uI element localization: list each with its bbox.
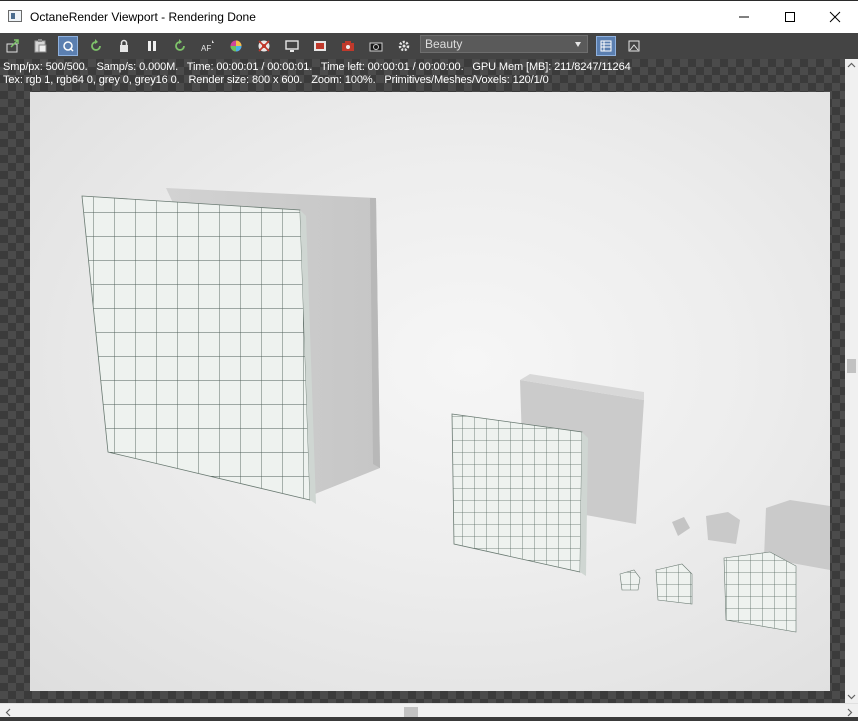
minimize-button[interactable] (721, 1, 767, 33)
list-view-button[interactable] (596, 36, 616, 56)
grid-slab-large (81, 195, 316, 504)
zoom-q-icon (63, 41, 74, 52)
send-scene-icon (6, 39, 19, 53)
material-picker-button[interactable] (254, 36, 274, 56)
minimize-icon (739, 16, 749, 18)
image-view-button[interactable] (624, 36, 644, 56)
pause-button[interactable] (142, 36, 162, 56)
render-pass-select[interactable]: Beauty (420, 35, 588, 53)
vertical-scrollbar[interactable] (845, 59, 858, 703)
close-icon (829, 11, 841, 23)
chevron-down-icon (847, 694, 856, 700)
close-button[interactable] (812, 1, 858, 33)
chevron-down-icon (575, 42, 581, 47)
stats-line-2: Tex: rgb 1, rgb64 0, grey 0, grey16 0. R… (3, 74, 549, 86)
zoom-q-button[interactable] (58, 36, 78, 56)
color-picker-button[interactable] (226, 36, 246, 56)
camera-red-button[interactable] (338, 36, 358, 56)
lock-button[interactable] (114, 36, 134, 56)
gray-cube-small (672, 517, 690, 536)
chevron-up-icon (847, 62, 856, 68)
image-view-icon (628, 40, 640, 52)
settings-gear-button[interactable] (394, 36, 414, 56)
lock-icon (120, 39, 128, 52)
camera-red-icon (342, 41, 354, 51)
material-picker-icon (258, 40, 270, 52)
vertical-scroll-thumb[interactable] (847, 359, 856, 373)
svg-text:AF: AF (201, 44, 211, 53)
region-render-icon (285, 40, 299, 52)
snapshot-icon (369, 42, 383, 52)
auto-focus-button[interactable]: AF (198, 36, 218, 56)
settings-gear-icon (398, 40, 410, 52)
list-view-icon (600, 40, 612, 52)
render-stats: Smp/px: 500/500. Samp/s: 0.000M. Time: 0… (3, 61, 631, 87)
rendered-image (30, 92, 830, 691)
snapshot-button[interactable] (366, 36, 386, 56)
clipboard-icon (34, 39, 47, 53)
grid-cube-tiny (619, 569, 641, 591)
grid-cube-medium (723, 551, 797, 633)
stats-line-1: Smp/px: 500/500. Samp/s: 0.000M. Time: 0… (3, 61, 631, 73)
grid-slab-medium (451, 413, 588, 576)
render-pass-value: Beauty (425, 37, 463, 51)
maximize-button[interactable] (767, 1, 813, 33)
film-region-icon (314, 41, 326, 51)
gray-cube-medium (706, 512, 740, 544)
title-bar: OctaneRender Viewport - Rendering Done (0, 0, 858, 33)
send-scene-button[interactable] (3, 36, 23, 56)
refresh-icon (175, 39, 185, 51)
grid-cube-small (655, 563, 693, 605)
render-scene (81, 188, 830, 633)
clipboard-button[interactable] (30, 36, 50, 56)
restart-render-icon (91, 39, 101, 51)
maximize-icon (785, 12, 795, 22)
toolbar: AF Beauty (0, 33, 858, 59)
auto-focus-icon: AF (201, 40, 214, 53)
restart-render-button[interactable] (86, 36, 106, 56)
region-render-button[interactable] (282, 36, 302, 56)
pause-icon (148, 41, 156, 51)
scroll-down-button[interactable] (845, 690, 858, 703)
scroll-up-button[interactable] (845, 59, 858, 72)
window-bottom-edge (0, 717, 858, 721)
refresh-button[interactable] (170, 36, 190, 56)
window-title: OctaneRender Viewport - Rendering Done (30, 10, 256, 24)
viewport[interactable]: Smp/px: 500/500. Samp/s: 0.000M. Time: 0… (0, 59, 845, 703)
film-region-button[interactable] (310, 36, 330, 56)
app-icon (8, 10, 22, 22)
color-picker-icon (230, 40, 242, 52)
